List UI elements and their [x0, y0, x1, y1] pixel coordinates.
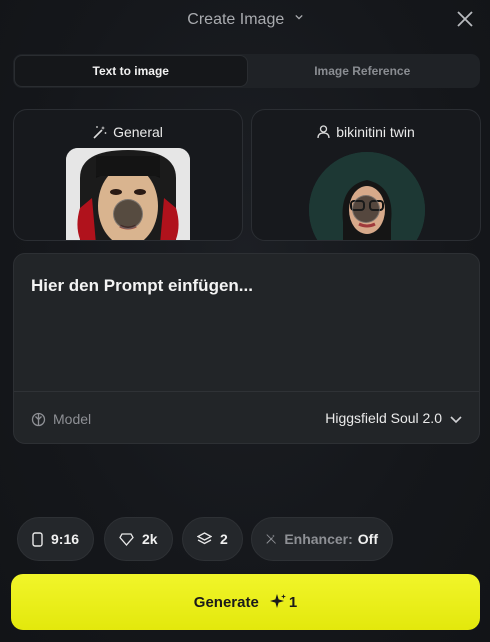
- model-label: Model: [31, 411, 91, 427]
- magic-wand-icon: [93, 126, 107, 139]
- prompt-box[interactable]: Hier den Prompt einfügen... Model Higgsf…: [13, 253, 480, 444]
- quality-value: 2k: [142, 531, 158, 547]
- quality-button[interactable]: 2k: [104, 517, 173, 561]
- enhancer-label: Enhancer:: [284, 531, 353, 547]
- title-dropdown[interactable]: Create Image: [0, 11, 490, 29]
- model-label-text: Model: [53, 411, 92, 427]
- character-avatar: [309, 152, 425, 240]
- page-title: Create Image: [187, 11, 285, 28]
- sparkle-icon: [269, 594, 286, 608]
- layers-icon: [197, 532, 212, 545]
- model-value: Higgsfield Soul 2.0: [325, 410, 442, 426]
- generate-cost: 1: [288, 593, 298, 611]
- chevron-down-icon: [295, 14, 303, 20]
- diamond-icon: [119, 532, 134, 546]
- image-count-button[interactable]: 2: [182, 517, 243, 561]
- style-card-label: General: [113, 124, 163, 140]
- character-card-header: bikinitini twin: [252, 124, 480, 140]
- prompt-input[interactable]: Hier den Prompt einfügen...: [31, 276, 253, 296]
- style-preview-image: [66, 148, 190, 240]
- model-select[interactable]: Higgsfield Soul 2.0: [325, 410, 462, 426]
- style-card[interactable]: General: [13, 109, 243, 241]
- model-icon: [31, 412, 46, 427]
- close-icon[interactable]: [456, 10, 474, 28]
- style-card-header: General: [14, 124, 242, 140]
- header: Create Image: [0, 0, 490, 42]
- drag-handle[interactable]: [113, 199, 143, 229]
- aspect-ratio-value: 9:16: [51, 531, 80, 547]
- enhancer-value: Off: [357, 531, 378, 547]
- tab-text-to-image[interactable]: Text to image: [15, 56, 247, 86]
- mode-tabs: Text to image Image Reference: [13, 54, 480, 88]
- drag-handle[interactable]: [352, 195, 380, 223]
- character-card[interactable]: bikinitini twin: [251, 109, 481, 241]
- phone-icon: [32, 531, 43, 547]
- image-count-value: 2: [220, 531, 228, 547]
- chevron-down-icon: [450, 416, 462, 424]
- generate-label: Generate: [193, 593, 259, 611]
- prompt-divider: [14, 391, 479, 392]
- generate-button[interactable]: Generate 1: [11, 574, 480, 630]
- character-card-label: bikinitini twin: [336, 124, 415, 140]
- enhancer-toggle[interactable]: Enhancer: Off: [251, 517, 393, 561]
- user-icon: [317, 125, 330, 139]
- aspect-ratio-button[interactable]: 9:16: [17, 517, 95, 561]
- tab-image-reference[interactable]: Image Reference: [247, 56, 479, 86]
- wand-off-icon: [266, 534, 276, 544]
